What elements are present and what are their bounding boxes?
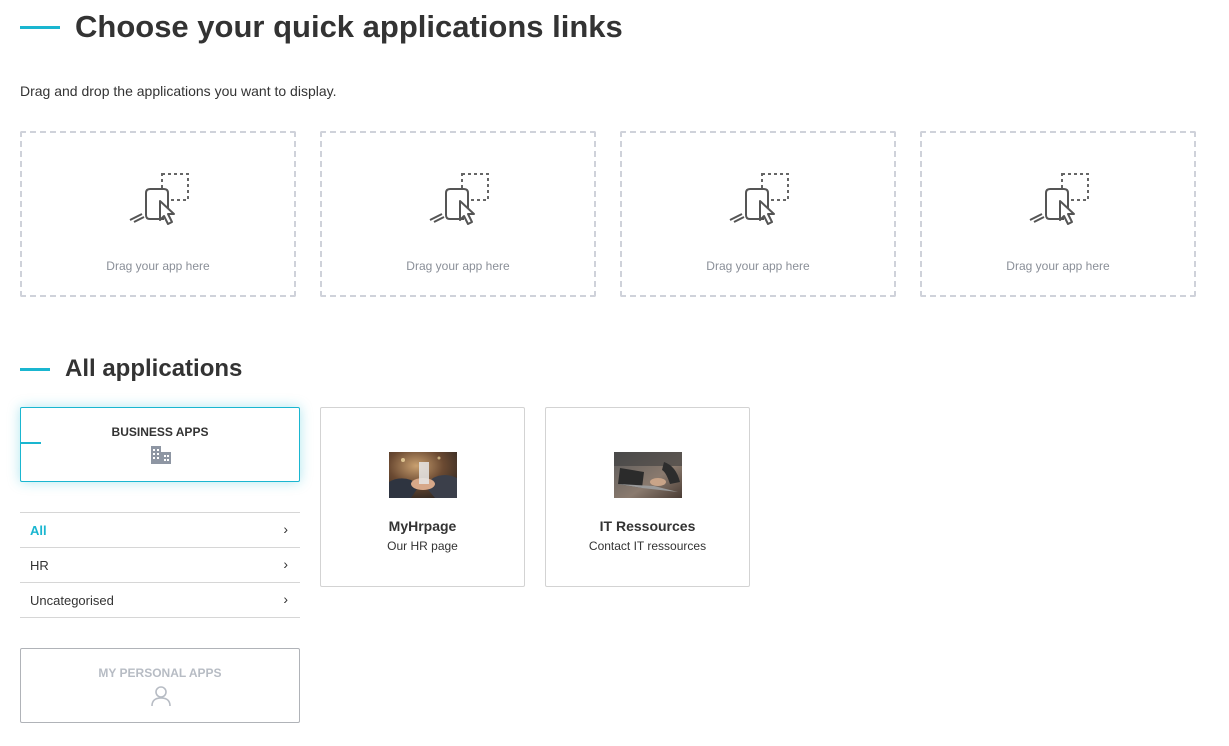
business-apps-label: BUSINESS APPS — [111, 425, 209, 439]
app-card-it-ressources[interactable]: IT Ressources Contact IT ressources — [545, 407, 750, 587]
chevron-right-icon: › — [283, 591, 288, 607]
section-title: All applications — [65, 355, 243, 382]
drag-drop-icon — [1029, 173, 1089, 225]
dropzone-3[interactable]: Drag your app here — [620, 131, 896, 297]
personal-apps-label: MY PERSONAL APPS — [98, 666, 222, 680]
section-accent-line — [20, 368, 50, 371]
category-label: Uncategorised — [30, 593, 114, 608]
app-name: IT Ressources — [599, 518, 696, 534]
dropzone-label: Drag your app here — [406, 259, 510, 273]
instruction-text: Drag and drop the applications you want … — [20, 83, 337, 99]
drag-drop-icon — [729, 173, 789, 225]
category-list: All › HR › Uncategorised › — [20, 512, 300, 618]
laptop-photo — [614, 452, 682, 498]
category-label: All — [30, 523, 47, 538]
dropzone-label: Drag your app here — [1006, 259, 1110, 273]
handshake-photo — [389, 452, 457, 498]
chevron-right-icon: › — [283, 521, 288, 537]
dropzone-label: Drag your app here — [706, 259, 810, 273]
drag-drop-icon — [429, 173, 489, 225]
dropzone-4[interactable]: Drag your app here — [920, 131, 1196, 297]
building-icon — [151, 446, 171, 464]
category-label: HR — [30, 558, 49, 573]
title-accent-line — [20, 26, 60, 29]
category-item-uncategorised[interactable]: Uncategorised › — [20, 582, 300, 618]
app-description: Contact IT ressources — [588, 539, 707, 553]
drag-drop-icon — [129, 173, 189, 225]
app-name: MyHrpage — [388, 518, 457, 534]
app-card-myhrpage[interactable]: MyHrpage Our HR page — [320, 407, 525, 587]
category-item-all[interactable]: All › — [20, 512, 300, 547]
dropzone-label: Drag your app here — [106, 259, 210, 273]
active-indicator — [21, 442, 41, 444]
app-description: Our HR page — [387, 539, 458, 553]
user-icon — [151, 686, 171, 707]
personal-apps-tab[interactable]: MY PERSONAL APPS — [20, 648, 300, 723]
chevron-right-icon: › — [283, 556, 288, 572]
dropzone-2[interactable]: Drag your app here — [320, 131, 596, 297]
dropzone-1[interactable]: Drag your app here — [20, 131, 296, 297]
business-apps-tab[interactable]: BUSINESS APPS — [20, 407, 300, 482]
category-item-hr[interactable]: HR › — [20, 547, 300, 582]
page-title: Choose your quick applications links — [75, 9, 623, 44]
